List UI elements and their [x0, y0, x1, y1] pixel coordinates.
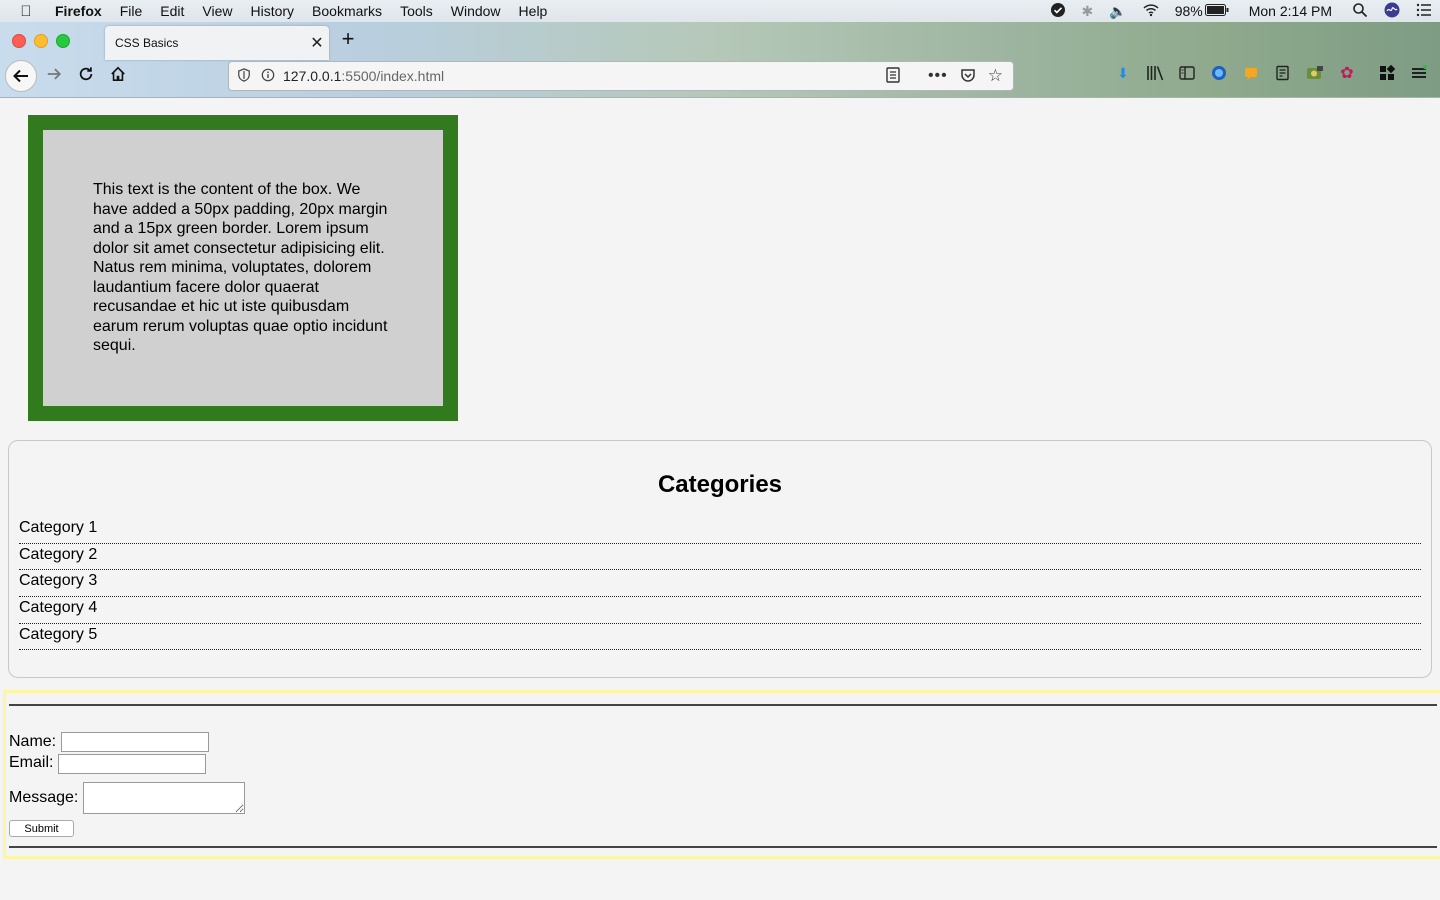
extension-orange-icon[interactable] — [1240, 62, 1262, 84]
library-icon[interactable] — [1144, 62, 1166, 84]
address-bar-actions: ••• ☆ — [886, 66, 1003, 86]
extension-red-bug-icon[interactable]: ✿ — [1336, 62, 1358, 84]
form-top-rule — [9, 704, 1437, 706]
bordered-content-box: This text is the content of the box. We … — [28, 115, 458, 421]
minimize-window-button[interactable] — [34, 34, 48, 48]
message-row: Message: — [9, 782, 1437, 814]
sidebars-icon[interactable] — [1176, 62, 1198, 84]
back-button[interactable] — [5, 60, 37, 92]
menu-edit[interactable]: Edit — [151, 3, 193, 19]
forward-arrow-icon — [47, 68, 62, 80]
categories-title: Categories — [657, 471, 783, 498]
downloads-icon[interactable]: ⬇ — [1112, 62, 1134, 84]
page-viewport: This text is the content of the box. We … — [0, 98, 1440, 900]
bookmark-star-icon[interactable]: ☆ — [988, 66, 1003, 86]
close-window-button[interactable] — [12, 34, 26, 48]
page-actions-icon[interactable]: ••• — [928, 67, 948, 85]
submit-button[interactable]: Submit — [9, 820, 74, 837]
category-item: Category 2 — [19, 544, 1421, 571]
reader-view-icon[interactable] — [886, 66, 900, 86]
site-info-icon[interactable] — [261, 68, 275, 85]
url-host: 127.0.0.1 — [283, 68, 342, 84]
extensions-puzzle-icon[interactable] — [1376, 62, 1398, 84]
menu-bookmarks[interactable]: Bookmarks — [303, 3, 391, 19]
name-label: Name: — [9, 733, 57, 750]
message-label: Message: — [9, 789, 79, 806]
menu-file[interactable]: File — [111, 3, 152, 19]
message-textarea[interactable] — [83, 782, 246, 814]
menubar-status-area: ✱ 🔈 98% Mon 2:14 PM — [1042, 0, 1440, 22]
apple-menu-icon[interactable]:  — [6, 3, 46, 20]
extension-blue-globe-icon[interactable] — [1208, 62, 1230, 84]
menu-help[interactable]: Help — [510, 3, 557, 19]
browser-tab[interactable]: CSS Basics ✕ — [105, 26, 329, 60]
home-icon — [111, 66, 125, 82]
macos-menubar:  Firefox File Edit View History Bookmar… — [0, 0, 1440, 22]
window-controls — [12, 34, 70, 48]
back-arrow-icon — [13, 69, 28, 83]
battery-icon[interactable] — [1204, 3, 1237, 19]
contact-form-section: Name: Email: Message: Submit — [3, 690, 1440, 859]
forward-button[interactable] — [40, 60, 68, 88]
url-text: 127.0.0.1:5500/index.html — [283, 68, 444, 84]
menu-view[interactable]: View — [193, 3, 241, 19]
extension-screenshot-icon[interactable] — [1304, 62, 1326, 84]
category-item: Category 1 — [19, 517, 1421, 544]
menubar-clock[interactable]: Mon 2:14 PM — [1237, 3, 1344, 19]
category-item: Category 5 — [19, 624, 1421, 651]
name-input[interactable] — [61, 732, 210, 752]
wifi-icon[interactable] — [1135, 2, 1167, 21]
menu-app-name[interactable]: Firefox — [46, 3, 111, 19]
form-bottom-rule — [9, 846, 1437, 848]
box-content-text: This text is the content of the box. We … — [93, 181, 388, 354]
siri-icon[interactable] — [1376, 2, 1408, 21]
category-item: Category 3 — [19, 570, 1421, 598]
reload-button[interactable] — [72, 60, 100, 88]
url-path: :5500/index.html — [341, 68, 445, 84]
email-row: Email: — [9, 752, 1437, 774]
battery-percent: 98% — [1174, 3, 1203, 19]
bluetooth-icon[interactable]: ✱ — [1074, 3, 1102, 20]
toolbar-right-icons: ⬇ ✿ — [1112, 62, 1430, 84]
spotlight-search-icon[interactable] — [1344, 2, 1376, 21]
menu-tools[interactable]: Tools — [391, 3, 442, 19]
volume-icon[interactable]: 🔈 — [1101, 3, 1134, 20]
address-bar[interactable]: 127.0.0.1:5500/index.html ••• ☆ — [228, 61, 1014, 91]
name-row: Name: — [9, 732, 1437, 752]
email-label: Email: — [9, 754, 54, 771]
reload-icon — [79, 67, 93, 81]
menu-window[interactable]: Window — [442, 3, 510, 19]
email-input[interactable] — [58, 754, 207, 774]
new-tab-button[interactable]: + — [337, 28, 359, 50]
tab-close-icon[interactable]: ✕ — [305, 33, 329, 53]
categories-list: Category 1 Category 2 Category 3 Categor… — [19, 517, 1421, 651]
browser-chrome: CSS Basics ✕ + 127.0.0.1:5500/index.html… — [0, 22, 1440, 98]
status-check-icon[interactable] — [1042, 2, 1074, 21]
home-button[interactable] — [104, 60, 132, 88]
categories-panel: Categories Category 1 Category 2 Categor… — [8, 440, 1432, 678]
notification-center-icon[interactable] — [1408, 2, 1440, 21]
menu-history[interactable]: History — [241, 3, 303, 19]
zoom-window-button[interactable] — [56, 34, 70, 48]
pocket-icon[interactable] — [960, 67, 976, 86]
extension-notes-icon[interactable] — [1272, 62, 1294, 84]
category-item: Category 4 — [19, 597, 1421, 624]
tracking-protection-shield-icon[interactable] — [237, 67, 251, 85]
tab-title: CSS Basics — [115, 36, 179, 50]
hamburger-menu-icon[interactable] — [1408, 62, 1430, 84]
